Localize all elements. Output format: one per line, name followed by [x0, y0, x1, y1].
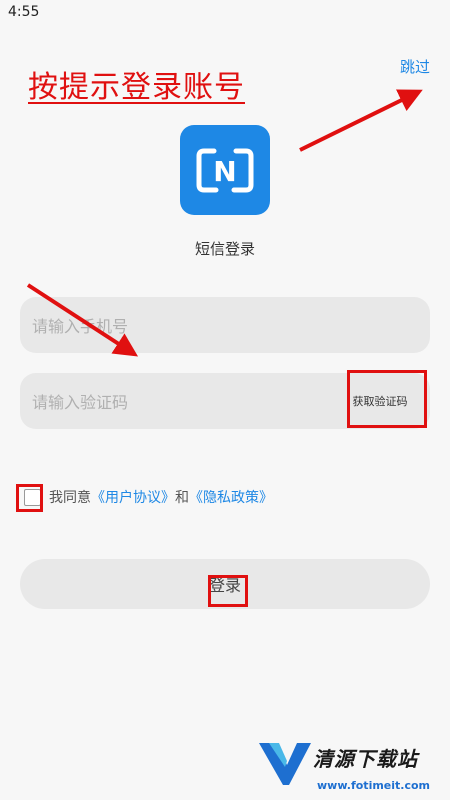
watermark-url: www.fotimeit.com [317, 779, 431, 792]
user-agreement-link[interactable]: 《用户协议》 [91, 487, 175, 507]
skip-button[interactable]: 跳过 [400, 56, 430, 77]
agreement-checkbox[interactable] [24, 488, 41, 506]
agreement-conjunction: 和 [175, 490, 189, 506]
code-field: 获取验证码 [20, 373, 430, 431]
annotation-title: 按提示登录账号 [28, 70, 245, 105]
get-code-button[interactable]: 获取验证码 [340, 373, 420, 429]
page-title: 短信登录 [194, 240, 255, 258]
phone-input[interactable] [30, 297, 420, 355]
n-logo-icon: N [196, 148, 254, 193]
watermark-name: 清源下载站 [313, 747, 418, 771]
logo-letter: N [213, 155, 236, 188]
status-bar-time: 4:55 [8, 4, 40, 20]
privacy-policy-link[interactable]: 《隐私政策》 [189, 487, 273, 507]
app-logo: N [180, 125, 270, 215]
watermark: 清源下载站 www.fotimeit.com [255, 735, 445, 800]
phone-field [20, 297, 430, 355]
arrow-to-skip [299, 89, 423, 152]
login-button[interactable]: 登录 [20, 559, 430, 609]
watermark-logo-icon [259, 743, 311, 785]
agreement-prefix: 我同意 [49, 490, 91, 506]
verification-code-input[interactable] [30, 373, 330, 431]
agreement-row: 我同意 《用户协议》 和 《隐私政策》 [20, 487, 273, 507]
